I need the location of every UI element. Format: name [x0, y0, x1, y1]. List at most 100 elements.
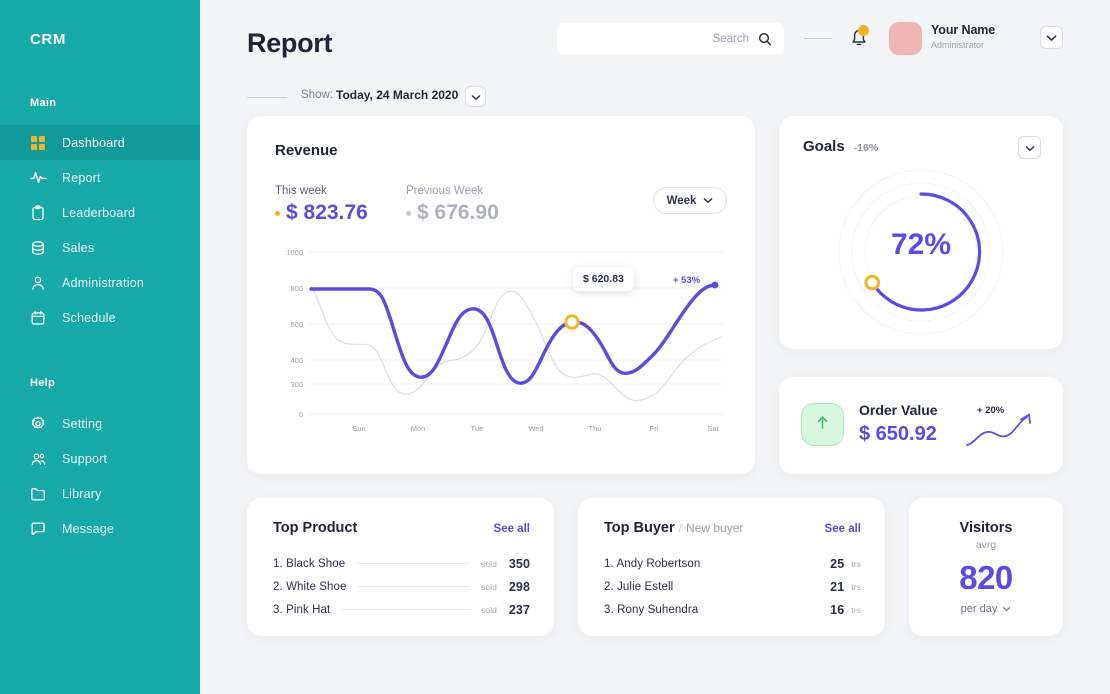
product-name: 1. Black Shoe	[273, 557, 346, 570]
sidebar-item-sales[interactable]: Sales	[0, 230, 200, 265]
crm-dashboard: CRM Main Dashboard Report Leaderboard Sa…	[0, 0, 1110, 694]
stat-value-wrap: $ 823.76	[275, 201, 368, 225]
product-name: 3. Pink Hat	[273, 603, 331, 616]
sidebar-item-label: Report	[62, 170, 101, 185]
product-value: 350	[508, 556, 530, 571]
main-area: Report Search Your Name Administrator Sh…	[200, 0, 1110, 694]
svg-text:800: 800	[290, 284, 303, 293]
filter-value: Today, 24 March 2020	[336, 88, 459, 102]
sidebar-item-label: Administration	[62, 275, 144, 290]
stat-previous-week: Previous Week $ 676.90	[406, 185, 499, 225]
pulse-icon	[29, 169, 47, 187]
search-input[interactable]: Search	[557, 23, 784, 54]
row-divider	[341, 609, 470, 610]
sidebar-item-label: Support	[62, 451, 108, 466]
stat-value: $ 676.90	[417, 201, 499, 224]
visitors-title: Visitors	[959, 520, 1013, 536]
top-buyer-subtitle[interactable]: New buyer	[686, 521, 743, 535]
clipboard-icon	[29, 204, 47, 222]
sidebar-item-dashboard[interactable]: Dashboard	[0, 125, 200, 160]
notification-bell[interactable]	[848, 25, 870, 51]
user-menu-button[interactable]	[1040, 26, 1063, 49]
visitors-period-dropdown[interactable]: per day	[909, 603, 1063, 615]
list-item: 2. Julie Estell 21 trs	[604, 575, 861, 598]
page-title: Report	[247, 28, 333, 58]
buyer-name: 2. Julie Estell	[604, 580, 674, 593]
goals-menu-button[interactable]	[1018, 136, 1041, 159]
goals-gauge: 72%	[816, 168, 1026, 336]
sidebar-item-label: Message	[62, 521, 115, 536]
sidebar-item-message[interactable]: Message	[0, 511, 200, 546]
search-icon[interactable]	[758, 32, 772, 46]
sidebar-item-label: Library	[62, 486, 102, 501]
sidebar-item-administration[interactable]: Administration	[0, 265, 200, 300]
list-item: 3. Rony Suhendra 16 trs	[604, 598, 861, 621]
brand-logo: CRM	[30, 31, 66, 48]
top-product-see-all[interactable]: See all	[494, 523, 530, 535]
buyer-name: 3. Rony Suhendra	[604, 603, 699, 616]
goals-percent: 72%	[890, 228, 952, 261]
buyer-unit: trs	[851, 604, 861, 615]
list-item: 2. White Shoe sold 298	[273, 575, 530, 598]
date-filter-bar: Show: Today, 24 March 2020	[200, 78, 1110, 116]
stat-value-wrap: $ 676.90	[406, 201, 499, 225]
visitors-subtitle: avrg	[975, 539, 997, 551]
row-divider	[357, 586, 470, 587]
top-buyer-title: Top Buyer / New buyer	[604, 520, 743, 536]
gear-icon	[29, 415, 47, 433]
stat-this-week: This week $ 823.76	[275, 185, 368, 225]
order-value-badge	[801, 403, 844, 446]
sidebar-item-schedule[interactable]: Schedule	[0, 300, 200, 335]
product-unit: sold	[481, 558, 497, 569]
sidebar-item-library[interactable]: Library	[0, 476, 200, 511]
user-icon	[29, 274, 47, 292]
legend-dot-icon	[275, 210, 280, 216]
calendar-icon	[29, 309, 47, 327]
chevron-down-icon	[471, 88, 481, 106]
revenue-stats: This week $ 823.76 Previous Week $ 676.9…	[275, 185, 727, 233]
svg-text:Wed: Wed	[528, 424, 543, 433]
svg-text:1000: 1000	[286, 248, 303, 257]
sidebar-section-main: Main	[30, 97, 57, 109]
buyer-value: 25	[830, 556, 845, 571]
sidebar: CRM Main Dashboard Report Leaderboard Sa…	[0, 0, 200, 694]
list-item: 1. Black Shoe sold 350	[273, 552, 530, 575]
buyer-value: 16	[830, 602, 845, 617]
sidebar-item-label: Schedule	[62, 310, 116, 325]
sidebar-item-support[interactable]: Support	[0, 441, 200, 476]
sidebar-item-leaderboard[interactable]: Leaderboard	[0, 195, 200, 230]
top-buyer-card: Top Buyer / New buyer See all 1. Andy Ro…	[578, 498, 885, 636]
top-buyer-title-main: Top Buyer	[604, 520, 675, 536]
product-unit: sold	[481, 604, 497, 615]
user-role: Administrator	[931, 40, 985, 50]
top-buyer-list: 1. Andy Robertson 25 trs 2. Julie Estell…	[604, 552, 861, 621]
svg-text:Tue: Tue	[471, 424, 484, 433]
product-name: 2. White Shoe	[273, 580, 347, 593]
sidebar-section-help: Help	[30, 377, 56, 389]
sidebar-item-label: Leaderboard	[62, 205, 136, 220]
revenue-card: Revenue This week $ 823.76 Previous Week	[247, 116, 755, 474]
legend-dot-icon	[406, 210, 411, 216]
svg-text:Fri: Fri	[650, 424, 659, 433]
filter-label: Show:	[301, 89, 333, 101]
buyer-unit: trs	[851, 558, 861, 569]
date-filter-dropdown[interactable]	[465, 86, 486, 107]
revenue-line-chart[interactable]: 1000 800 600 400 300 0 Sun Mon Tue Wed T…	[275, 239, 727, 434]
order-value-growth: + 20%	[977, 405, 1005, 416]
stat-label: This week	[275, 185, 327, 197]
database-icon	[29, 239, 47, 257]
search-placeholder: Search	[712, 32, 749, 45]
goals-delta: -16%	[853, 142, 879, 154]
range-dropdown-button[interactable]: Week	[653, 187, 727, 214]
chart-tooltip: $ 620.83	[573, 267, 634, 291]
svg-text:Sat: Sat	[707, 424, 719, 433]
sidebar-item-report[interactable]: Report	[0, 160, 200, 195]
chevron-down-icon	[1002, 603, 1011, 615]
people-icon	[29, 450, 47, 468]
top-buyer-see-all[interactable]: See all	[825, 523, 861, 535]
notification-badge-icon	[858, 25, 869, 36]
goals-header: Goals -16%	[803, 138, 1039, 155]
sidebar-item-setting[interactable]: Setting	[0, 406, 200, 441]
avatar[interactable]	[889, 22, 922, 55]
folder-icon	[29, 485, 47, 503]
